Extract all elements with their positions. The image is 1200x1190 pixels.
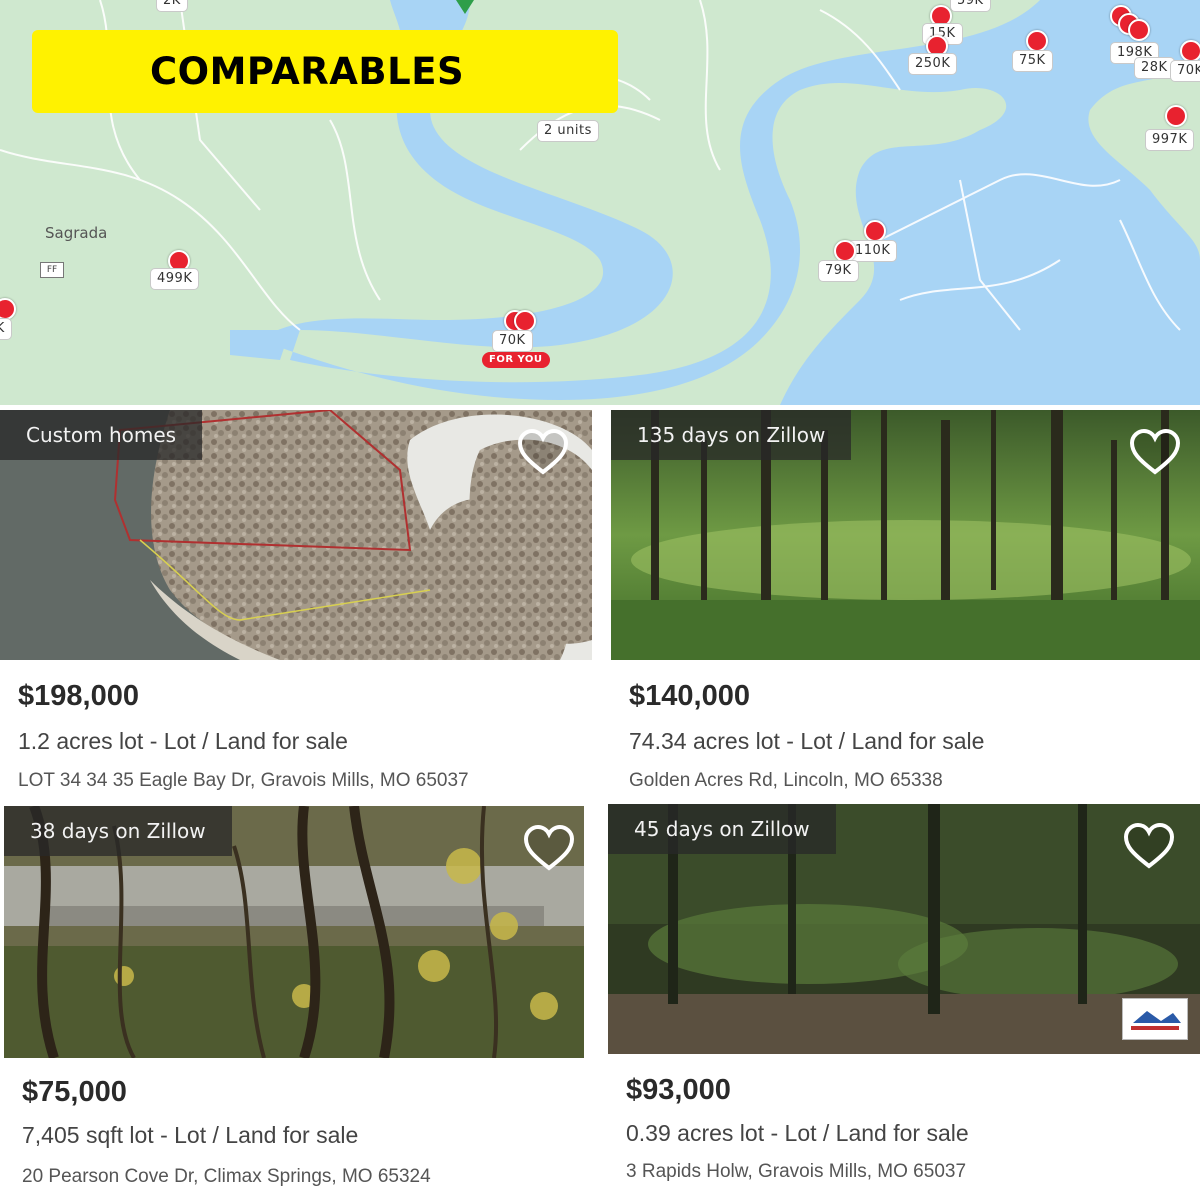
listing-address: Golden Acres Rd, Lincoln, MO 65338: [629, 770, 943, 791]
listing-tag: 45 days on Zillow: [608, 804, 836, 854]
heart-outline-icon[interactable]: [1128, 428, 1182, 478]
listing-price: $198,000: [18, 680, 139, 712]
lot-size: 7,405 sqft lot: [22, 1122, 154, 1148]
listing-type: - Lot / Land for sale: [770, 1120, 969, 1146]
road-shield: FF: [40, 262, 64, 278]
listing-type: - Lot / Land for sale: [160, 1122, 359, 1148]
listing-address: 3 Rapids Holw, Gravois Mills, MO 65037: [626, 1161, 967, 1182]
listing-type: - Lot / Land for sale: [149, 728, 348, 754]
heart-outline-icon[interactable]: [1122, 822, 1176, 872]
heart-outline-icon[interactable]: [516, 428, 570, 478]
heart-outline-icon[interactable]: [522, 824, 576, 874]
listing-tag: 135 days on Zillow: [611, 410, 852, 460]
listing-address: 20 Pearson Cove Dr, Climax Springs, MO 6…: [22, 1166, 431, 1187]
comparables-banner: COMPARABLES: [32, 30, 618, 113]
listing-type: - Lot / Land for sale: [786, 728, 985, 754]
lot-size: 1.2 acres lot: [18, 728, 144, 754]
listing-photo[interactable]: 45 days on Zillow: [608, 804, 1200, 1054]
map-place-label: Sagrada: [45, 224, 108, 242]
lot-size: 0.39 acres lot: [626, 1120, 765, 1146]
listing-photo[interactable]: 135 days on Zillow: [611, 410, 1200, 660]
listing-photo[interactable]: 38 days on Zillow: [4, 806, 584, 1058]
lot-size: 74.34 acres lot: [629, 728, 780, 754]
listing-details: 1.2 acres lot - Lot / Land for sale: [18, 728, 348, 755]
listing-price: $93,000: [626, 1074, 731, 1106]
listing-card[interactable]: 38 days on Zillow $75,000 7,405 sqft lot…: [4, 806, 594, 1190]
listing-price: $75,000: [22, 1076, 127, 1108]
listing-details: 74.34 acres lot - Lot / Land for sale: [629, 728, 984, 755]
banner-title: COMPARABLES: [150, 50, 465, 93]
map-marker-icon: [456, 0, 474, 14]
listing-card[interactable]: 45 days on Zillow $93,000 0.39 acres lot…: [608, 804, 1200, 1190]
listing-price: $140,000: [629, 680, 750, 712]
listing-tag: Custom homes: [0, 410, 203, 460]
listing-card[interactable]: 135 days on Zillow $140,000 74.34 acres …: [611, 410, 1200, 800]
listing-photo[interactable]: Custom homes: [0, 410, 592, 660]
listing-details: 0.39 acres lot - Lot / Land for sale: [626, 1120, 969, 1147]
map-view[interactable]: Sagrada FF 2K 59K 15K 250K 75K 198K 28K …: [0, 0, 1200, 405]
brokerage-logo: [1122, 998, 1188, 1040]
listing-details: 7,405 sqft lot - Lot / Land for sale: [22, 1122, 358, 1149]
listing-tag: 38 days on Zillow: [4, 806, 232, 856]
listing-card[interactable]: Custom homes $198,000 1.2 acres lot - Lo…: [0, 410, 595, 800]
listing-address: LOT 34 34 35 Eagle Bay Dr, Gravois Mills…: [18, 770, 469, 791]
for-you-badge: FOR YOU: [482, 352, 550, 368]
